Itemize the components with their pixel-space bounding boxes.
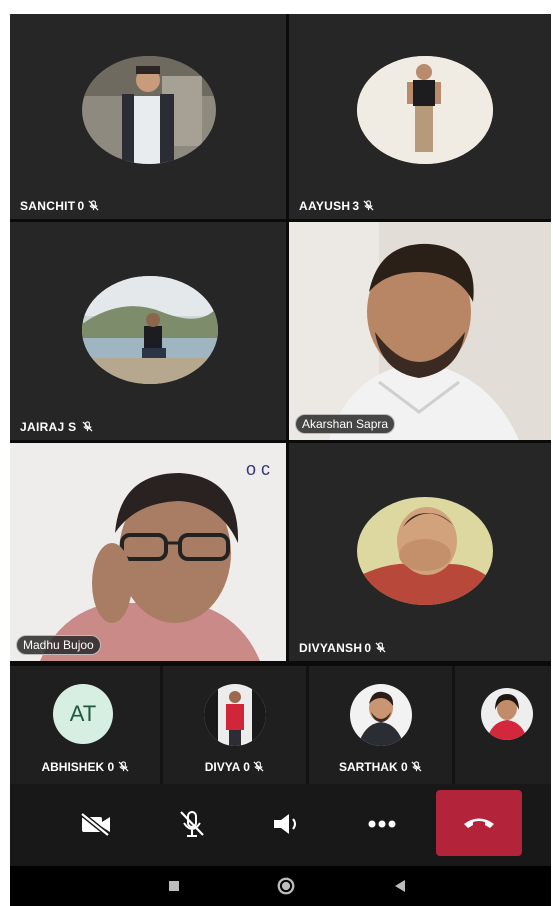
strip-tile-divya[interactable]: DIVYA 0 [163, 666, 306, 784]
participant-name: JAIRAJ S [20, 420, 93, 434]
participant-tile-akarshan[interactable]: Akarshan Sapra [289, 222, 551, 440]
participant-avatar [204, 684, 266, 746]
photo-sarthak [350, 684, 412, 746]
more-options-button[interactable] [354, 798, 410, 850]
video-call-screen: SANCHIT 0 AAYUSH 3 JAIRAJ S Akarshan Sap… [10, 14, 551, 906]
participant-grid: SANCHIT 0 AAYUSH 3 JAIRAJ S Akarshan Sap… [10, 14, 551, 666]
photo-sanchit [82, 56, 216, 164]
initials-avatar: AT [53, 684, 113, 744]
participant-name: Madhu Bujoo [16, 635, 101, 655]
more-icon [368, 820, 396, 828]
hang-up-icon [464, 818, 494, 828]
video-feed-madhu: o c [10, 443, 286, 661]
mic-off-icon [363, 200, 374, 211]
speaker-button[interactable] [260, 798, 316, 850]
strip-tile-abhishek[interactable]: AT ABHISHEK 0 [10, 666, 160, 784]
strip-tile-sarthak[interactable]: SARTHAK 0 [309, 666, 452, 784]
svg-text:o c: o c [246, 459, 270, 479]
strip-name: DIVYA 0 [163, 760, 306, 774]
participant-strip[interactable]: AT ABHISHEK 0 DIVYA 0 SARTHAK 0 [10, 666, 551, 784]
participant-tile-madhu[interactable]: o c Madhu Bujoo [10, 443, 286, 661]
camera-toggle-button[interactable] [68, 798, 124, 850]
participant-avatar [481, 688, 533, 740]
photo-divyansh [357, 497, 493, 605]
participant-name: Akarshan Sapra [295, 414, 396, 434]
photo-jairaj [82, 276, 218, 384]
photo-divya [204, 684, 266, 746]
mute-button[interactable] [164, 798, 220, 850]
recents-icon [169, 881, 179, 891]
participant-tile-sanchit[interactable]: SANCHIT 0 [10, 14, 286, 219]
photo-aayush [357, 56, 493, 164]
strip-tile-partial[interactable] [455, 666, 551, 784]
home-button[interactable] [276, 876, 296, 896]
participant-avatar [82, 276, 218, 384]
mic-off-icon [118, 761, 129, 772]
photo-partial-participant [481, 688, 533, 740]
back-icon [395, 880, 405, 892]
participant-avatar [357, 56, 493, 164]
participant-tile-aayush[interactable]: AAYUSH 3 [289, 14, 551, 219]
avatar-initials: AT [69, 701, 97, 726]
home-icon [277, 877, 295, 895]
back-button[interactable] [390, 876, 410, 896]
camera-off-icon [80, 812, 110, 837]
mic-off-icon [88, 200, 99, 211]
participant-name: SANCHIT 0 [20, 199, 99, 213]
hang-up-button[interactable] [436, 790, 522, 856]
strip-name: SARTHAK 0 [309, 760, 452, 774]
participant-tile-jairaj[interactable]: JAIRAJ S [10, 222, 286, 440]
video-feed-akarshan [289, 222, 551, 440]
mic-off-icon [82, 421, 93, 432]
mic-off-icon [253, 761, 264, 772]
recents-button[interactable] [164, 876, 184, 896]
participant-tile-divyansh[interactable]: DIVYANSH 0 [289, 443, 551, 661]
participant-avatar [357, 497, 493, 605]
participant-avatar [82, 56, 216, 164]
strip-name: ABHISHEK 0 [10, 760, 160, 774]
participant-name: AAYUSH 3 [299, 199, 374, 213]
mic-off-icon [375, 642, 386, 653]
system-nav-bar [10, 866, 551, 906]
mic-off-icon [411, 761, 422, 772]
participant-name: DIVYANSH 0 [299, 641, 386, 655]
call-controls [10, 784, 551, 866]
speaker-icon [274, 814, 296, 834]
participant-avatar [350, 684, 412, 746]
mic-off-icon [180, 811, 204, 837]
